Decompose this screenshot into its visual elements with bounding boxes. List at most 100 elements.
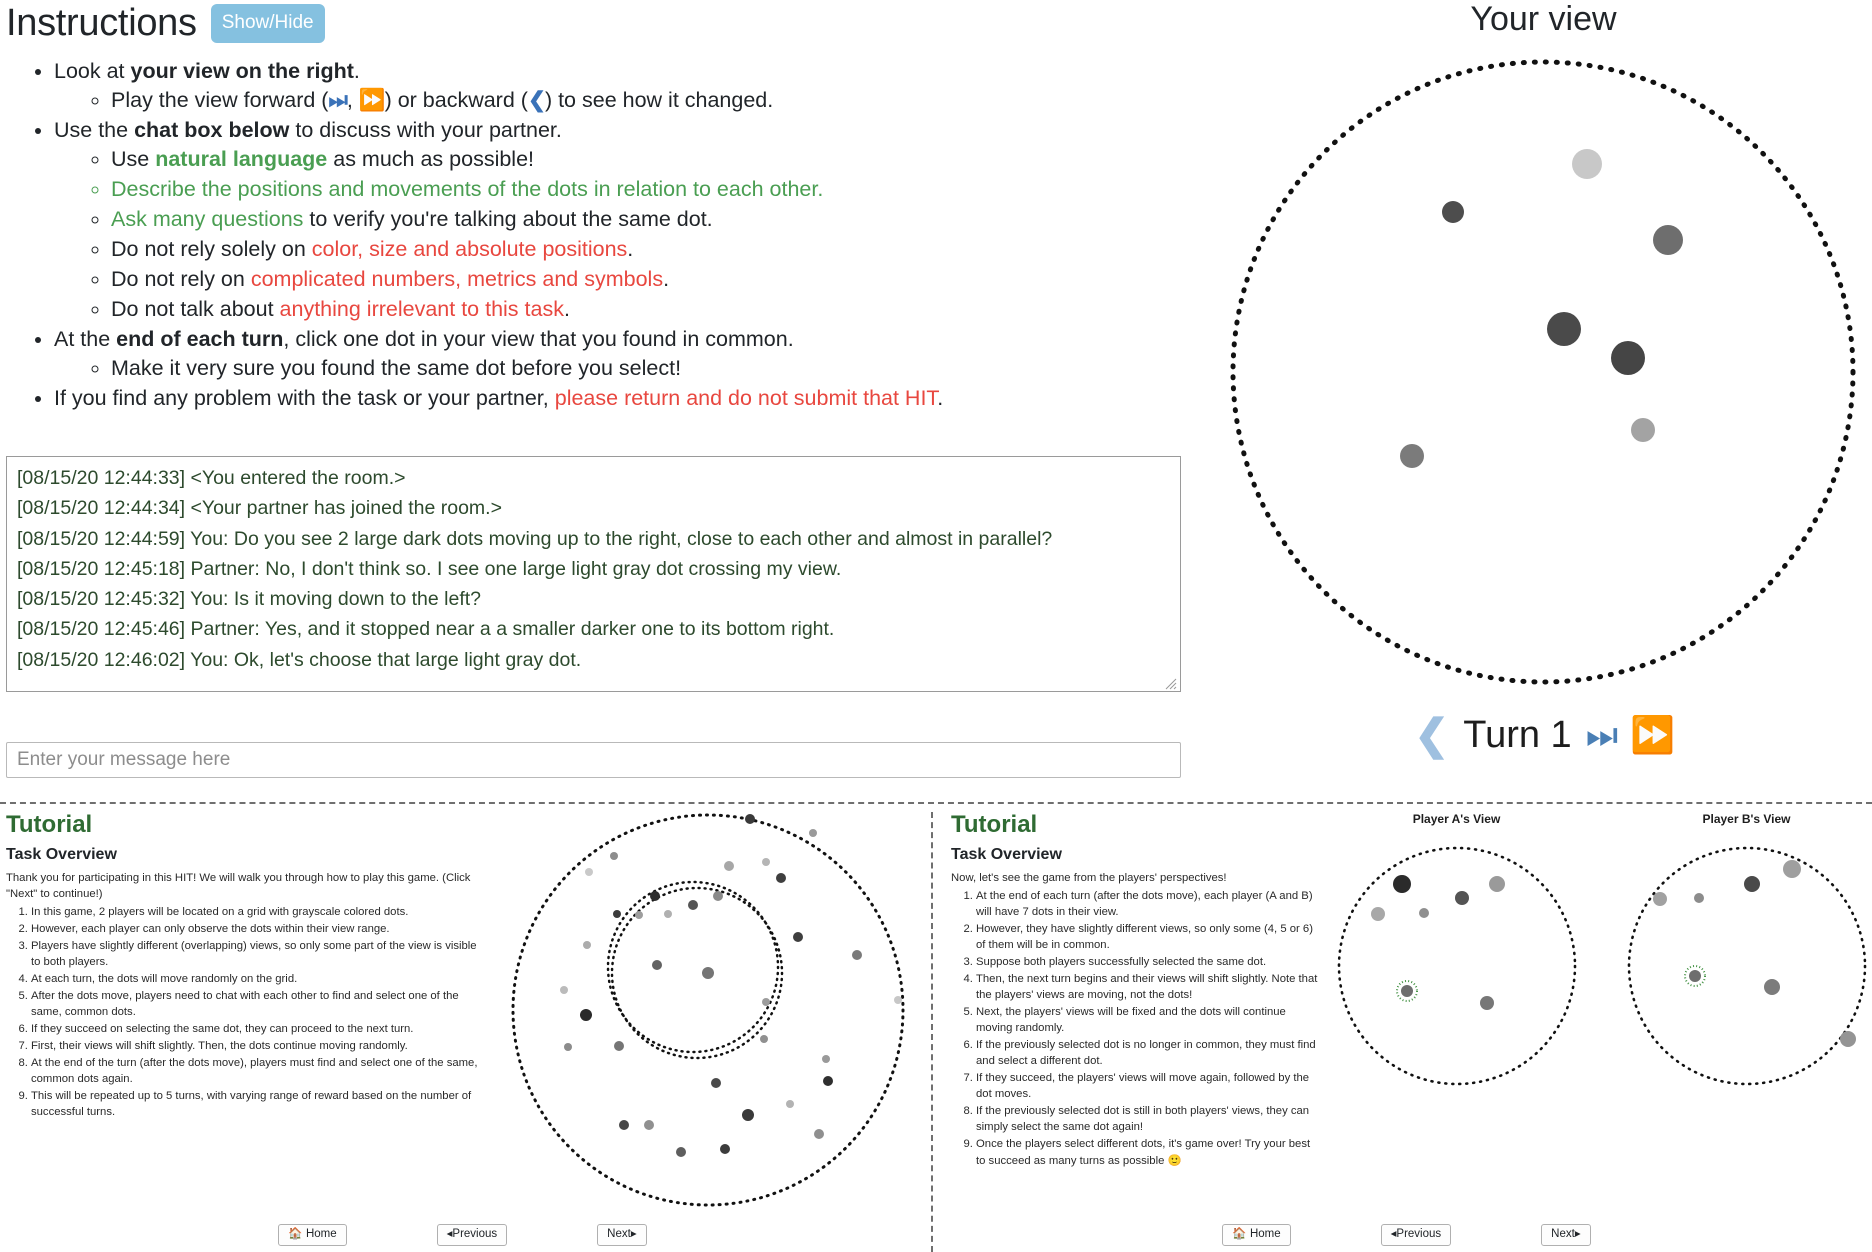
grid-dot[interactable]: [564, 1043, 572, 1051]
grid-dot[interactable]: [823, 1076, 833, 1086]
turn-prev-button[interactable]: ❮: [1414, 714, 1449, 756]
grid-dot[interactable]: [814, 1129, 824, 1139]
grid-dot[interactable]: [613, 910, 621, 918]
instruction-item-select-dot: At the end of each turn, click one dot i…: [54, 326, 1215, 381]
tutorial-right-nav: 🏠 Home ◂Previous Next▸: [941, 1224, 1872, 1246]
grid-dot[interactable]: [676, 1147, 686, 1157]
view-dot[interactable]: [1611, 341, 1645, 375]
next-button-left[interactable]: Next▸: [597, 1224, 647, 1246]
view-dot[interactable]: [1547, 312, 1581, 346]
grid-dot[interactable]: [664, 910, 672, 918]
chat-log[interactable]: [08/15/20 12:44:33] <You entered the roo…: [6, 456, 1181, 692]
instruction-subitem-no-irrelevant: Do not talk about anything irrelevant to…: [111, 296, 1215, 322]
grid-dot[interactable]: [702, 967, 714, 979]
grid-dot[interactable]: [760, 1035, 768, 1043]
grid-dot[interactable]: [720, 1144, 730, 1154]
player-view-dot[interactable]: [1392, 875, 1411, 893]
chevron-right-icon: ▸: [630, 1228, 637, 1241]
text: .: [563, 296, 570, 321]
previous-button-left[interactable]: ◂Previous: [436, 1224, 508, 1246]
chat-message: [08/15/20 12:45:18] Partner: No, I don't…: [17, 557, 842, 580]
selected-dot[interactable]: [1400, 985, 1413, 997]
grid-dot[interactable]: [644, 1120, 654, 1130]
your-view-canvas[interactable]: [1215, 44, 1872, 700]
view-dot[interactable]: [1631, 418, 1655, 442]
chevron-right-icon: ▸: [1574, 1228, 1581, 1241]
grid-dot[interactable]: [688, 900, 698, 910]
tutorial-left-intro: Thank you for participating in this HIT!…: [6, 871, 471, 901]
grid-dot[interactable]: [610, 852, 618, 860]
text-warning: anything irrelevant to this task: [279, 296, 564, 321]
view-dot[interactable]: [1400, 444, 1424, 468]
player-view-dot[interactable]: [1488, 876, 1505, 892]
text: .: [663, 266, 670, 291]
grid-dot[interactable]: [762, 858, 770, 866]
tutorial-list-item: If they succeed on selecting the same do…: [31, 1021, 486, 1037]
text-warning: color, size and absolute positions: [311, 236, 628, 261]
next-button-right[interactable]: Next▸: [1541, 1224, 1591, 1246]
turn-navigation: ❮ Turn 1 ⏭ ⏩: [1215, 714, 1872, 756]
player-view-dot[interactable]: [1370, 907, 1385, 921]
player-b-title: Player B's View: [1702, 812, 1791, 826]
previous-button-right[interactable]: ◂Previous: [1380, 1224, 1452, 1246]
chat-message: [08/15/20 12:46:02] You: Ok, let's choos…: [17, 648, 582, 671]
player-view-dot[interactable]: [1418, 908, 1429, 918]
grid-dot[interactable]: [713, 891, 723, 901]
grid-dot[interactable]: [583, 941, 591, 949]
grid-dot[interactable]: [650, 891, 660, 901]
player-view-dot[interactable]: [1479, 996, 1494, 1010]
grid-dot[interactable]: [614, 1041, 624, 1051]
tutorial-list-item: In this game, 2 players will be located …: [31, 904, 486, 920]
tutorial-list-item: Next, the players' views will be fixed a…: [976, 1004, 1321, 1036]
message-input[interactable]: [6, 742, 1181, 778]
tutorial-list-item: If the previously selected dot is still …: [976, 1103, 1321, 1135]
grid-dot[interactable]: [809, 829, 817, 837]
player-view-dot[interactable]: [1782, 860, 1801, 878]
grid-dot[interactable]: [742, 1109, 754, 1121]
grid-dot[interactable]: [745, 814, 755, 824]
grid-dot[interactable]: [793, 932, 803, 942]
grid-dot[interactable]: [560, 986, 568, 994]
grid-dot[interactable]: [822, 1055, 830, 1063]
previous-label: Previous: [452, 1228, 498, 1241]
tutorial-list-item: Once the players select different dots, …: [976, 1136, 1321, 1168]
text: .: [627, 236, 634, 261]
grid-dot[interactable]: [724, 861, 734, 871]
text: as much as possible!: [327, 146, 535, 171]
player-view-dot[interactable]: [1454, 891, 1469, 905]
show-hide-button[interactable]: Show/Hide: [210, 4, 325, 44]
tutorial-list-item: This will be repeated up to 5 turns, wit…: [31, 1088, 486, 1120]
home-button-right[interactable]: 🏠 Home: [1222, 1224, 1291, 1246]
grid-dot[interactable]: [894, 996, 902, 1004]
instruction-subitem-no-color-size: Do not rely solely on color, size and ab…: [111, 236, 1215, 262]
player-view-dot[interactable]: [1839, 1031, 1856, 1047]
player-view-dot[interactable]: [1652, 892, 1667, 906]
grid-dot[interactable]: [762, 998, 770, 1006]
home-button-left[interactable]: 🏠 Home: [278, 1224, 347, 1246]
text-warning: please return and do not submit that HIT: [554, 385, 938, 410]
turn-next-button[interactable]: ⏭: [1586, 717, 1618, 753]
selected-dot[interactable]: [1688, 970, 1701, 982]
grid-dot[interactable]: [652, 960, 662, 970]
view-dot[interactable]: [1653, 225, 1683, 255]
grid-dot[interactable]: [852, 950, 862, 960]
your-view-boundary: [1230, 59, 1856, 685]
tutorial-left-panel: Tutorial Task Overview Thank you for par…: [0, 811, 925, 1252]
view-dot[interactable]: [1572, 149, 1602, 179]
grid-dot[interactable]: [635, 911, 643, 919]
player-view-dot[interactable]: [1743, 876, 1760, 892]
grid-dot[interactable]: [786, 1100, 794, 1108]
player-view-dot[interactable]: [1763, 979, 1780, 995]
tutorial-list-item: First, their views will shift slightly. …: [31, 1038, 486, 1054]
instruction-subitem-natural-language: Use natural language as much as possible…: [111, 146, 1215, 172]
turn-fast-forward-button[interactable]: ⏩: [1630, 717, 1675, 753]
text: , click one dot in your view that you fo…: [283, 326, 794, 351]
grid-dot[interactable]: [711, 1078, 721, 1088]
grid-dot[interactable]: [619, 1120, 629, 1130]
grid-dot[interactable]: [580, 1009, 592, 1021]
grid-dot[interactable]: [776, 873, 786, 883]
player-view-dot[interactable]: [1693, 893, 1704, 903]
view-dot[interactable]: [1442, 201, 1464, 223]
tutorial-right-subheading: Task Overview: [951, 846, 1062, 864]
grid-dot[interactable]: [585, 868, 593, 876]
